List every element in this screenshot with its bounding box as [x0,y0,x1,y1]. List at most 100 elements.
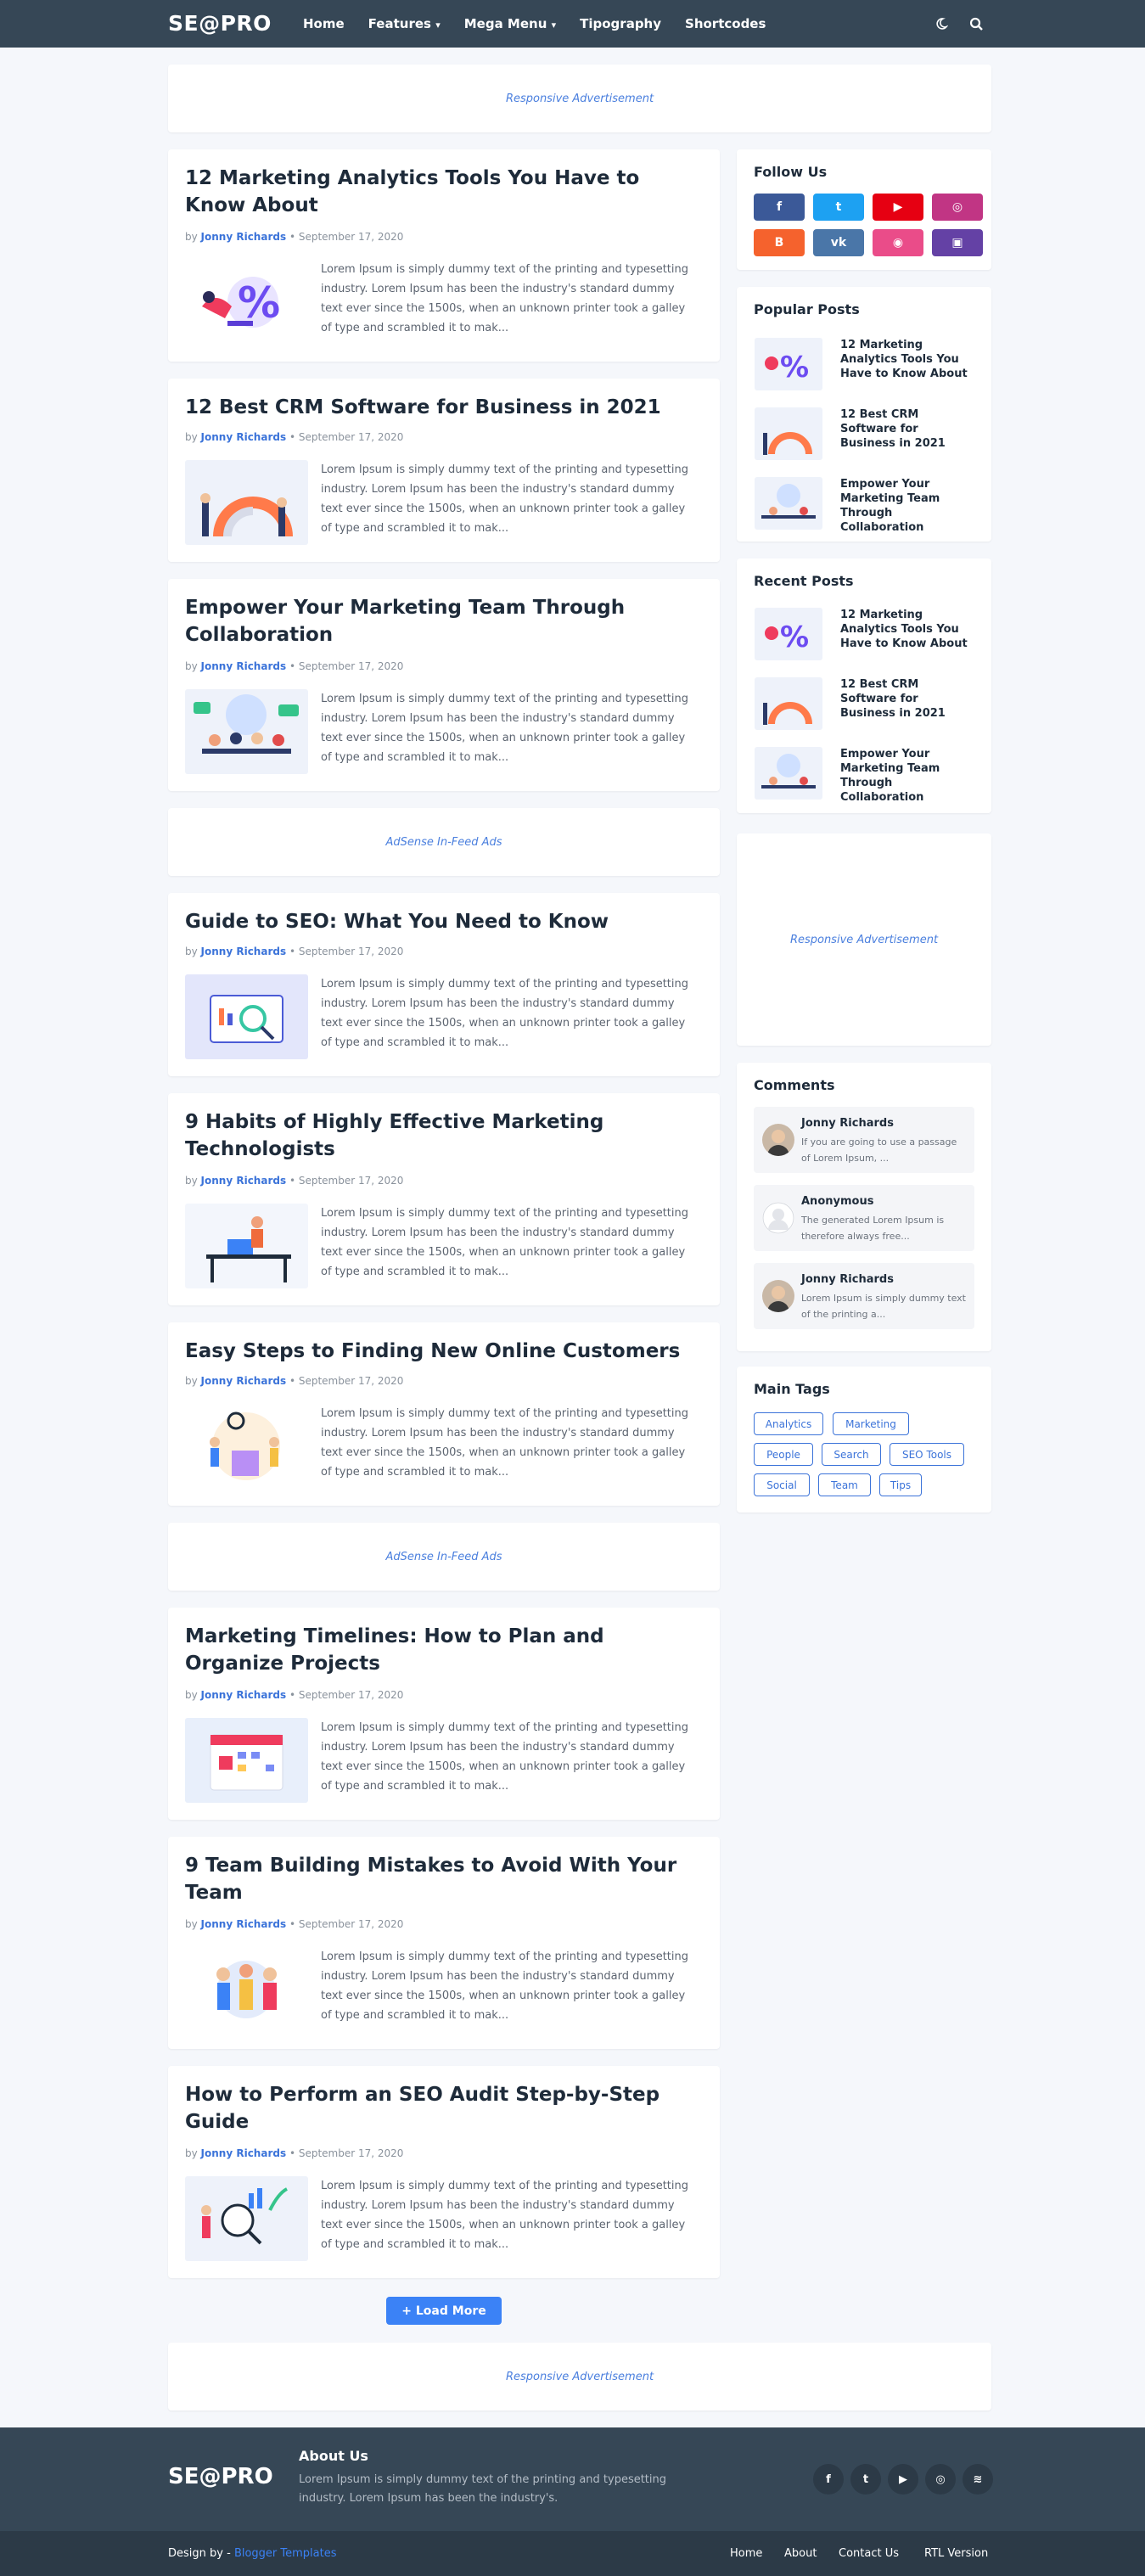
post-thumbnail[interactable] [185,1404,308,1489]
recent-post-thumb[interactable] [755,747,822,800]
twitter-button[interactable]: t [813,194,864,221]
post-thumbnail[interactable] [185,1204,308,1288]
footer-link-about[interactable]: About [784,2547,817,2560]
instagram-icon: ◎ [935,2472,946,2486]
facebook-link[interactable]: f [813,2464,844,2495]
tag-social[interactable]: Social [754,1473,810,1496]
responsive-ad-top[interactable]: Responsive Advertisement [168,65,991,132]
post-title[interactable]: 12 Marketing Analytics Tools You Have to… [185,165,694,219]
infeed-ad[interactable]: AdSense In-Feed Ads [168,808,720,876]
site-logo[interactable]: SE@PRO [168,11,272,36]
tag-tips[interactable]: Tips [879,1473,922,1496]
post-title[interactable]: 9 Team Building Mistakes to Avoid With Y… [185,1852,694,1906]
blogger-button[interactable]: B [754,229,805,256]
post-author[interactable]: Jonny Richards [201,1175,287,1187]
post-title[interactable]: Easy Steps to Finding New Online Custome… [185,1338,694,1365]
popular-post-thumb[interactable]: % [755,338,822,390]
team-illustration [194,694,299,754]
tag-analytics[interactable]: Analytics [754,1412,823,1435]
recent-post-title[interactable]: Empower Your Marketing Team Through Coll… [840,747,976,805]
post-author[interactable]: Jonny Richards [201,1918,287,1930]
user-avatar-icon [762,1280,794,1312]
recent-post-title[interactable]: 12 Best CRM Software for Business in 202… [840,677,976,721]
instagram-button[interactable]: ◎ [932,194,983,221]
dribbble-button[interactable]: ◉ [873,229,923,256]
post-title[interactable]: Marketing Timelines: How to Plan and Org… [185,1623,694,1677]
instagram-link[interactable]: ◎ [925,2464,956,2495]
rss-link[interactable]: ≋ [963,2464,993,2495]
tag-seo-tools[interactable]: SEO Tools [890,1443,964,1466]
post-meta: by Jonny Richards • September 17, 2020 [185,431,403,443]
footer-link-rtl[interactable]: RTL Version [924,2547,988,2560]
recent-post-thumb[interactable]: % [755,608,822,660]
comment-item[interactable]: Jonny Richards Lorem Ipsum is simply dum… [754,1263,974,1329]
youtube-link[interactable]: ▶ [888,2464,918,2495]
youtube-button[interactable]: ▶ [873,194,923,221]
post-title[interactable]: 12 Best CRM Software for Business in 202… [185,394,694,421]
post-thumbnail[interactable] [185,1947,308,2032]
tag-marketing[interactable]: Marketing [833,1412,909,1435]
popular-post-title[interactable]: Empower Your Marketing Team Through Coll… [840,477,976,535]
user-avatar-icon [762,1124,794,1156]
recent-post-item[interactable]: Empower Your Marketing Team Through Coll… [754,747,974,804]
svg-text:%: % [780,620,809,654]
post-thumbnail[interactable] [185,2176,308,2261]
popular-post-thumb[interactable] [755,407,822,460]
post-thumbnail[interactable] [185,974,308,1059]
twitter-link[interactable]: t [850,2464,881,2495]
vk-button[interactable]: vk [813,229,864,256]
infeed-ad[interactable]: AdSense In-Feed Ads [168,1523,720,1591]
popular-post-title[interactable]: 12 Marketing Analytics Tools You Have to… [840,338,976,381]
post-author[interactable]: Jonny Richards [201,946,287,957]
responsive-ad-bottom[interactable]: Responsive Advertisement [168,2343,991,2410]
nav-home[interactable]: Home [303,16,345,31]
footer-link-home[interactable]: Home [730,2547,762,2560]
popular-post-thumb[interactable] [755,477,822,530]
post-title[interactable]: How to Perform an SEO Audit Step-by-Step… [185,2081,694,2135]
post-date: September 17, 2020 [298,431,404,443]
popular-post-item[interactable]: 12 Best CRM Software for Business in 202… [754,407,974,460]
popular-post-title[interactable]: 12 Best CRM Software for Business in 202… [840,407,976,451]
dark-mode-toggle[interactable] [930,13,952,35]
recent-post-item[interactable]: % 12 Marketing Analytics Tools You Have t… [754,608,974,660]
comment-item[interactable]: Jonny Richards If you are going to use a… [754,1107,974,1173]
post-author[interactable]: Jonny Richards [201,2147,287,2159]
footer-logo[interactable]: SE@PRO [168,2464,273,2489]
tag-search[interactable]: Search [822,1443,881,1466]
recent-post-item[interactable]: 12 Best CRM Software for Business in 202… [754,677,974,730]
post-thumbnail[interactable] [185,689,308,774]
meta-by: by [185,231,198,243]
recent-post-title[interactable]: 12 Marketing Analytics Tools You Have to… [840,608,976,651]
customers-illustration [210,1411,280,1480]
design-credit-link[interactable]: Blogger Templates [234,2547,337,2560]
post-title[interactable]: Guide to SEO: What You Need to Know [185,908,694,935]
nav-tipography[interactable]: Tipography [580,16,661,31]
post-thumbnail[interactable] [185,460,308,545]
post-title[interactable]: 9 Habits of Highly Effective Marketing T… [185,1108,694,1163]
post-thumbnail[interactable]: % [185,260,308,345]
sidebar-ad[interactable]: Responsive Advertisement [737,833,991,1046]
comment-item[interactable]: Anonymous The generated Lorem Ipsum is t… [754,1185,974,1251]
nav-shortcodes[interactable]: Shortcodes [685,16,766,31]
recent-post-thumb[interactable] [755,677,822,730]
popular-post-item[interactable]: Empower Your Marketing Team Through Coll… [754,477,974,534]
nav-mega-menu[interactable]: Mega Menu ▾ [464,16,556,31]
post-author[interactable]: Jonny Richards [201,231,287,243]
load-more-button[interactable]: + Load More [386,2297,502,2325]
tag-people[interactable]: People [754,1443,813,1466]
facebook-button[interactable]: f [754,194,805,221]
twitch-button[interactable]: ▣ [932,229,983,256]
tag-team[interactable]: Team [818,1473,871,1496]
post-thumbnail[interactable] [185,1718,308,1803]
popular-posts-widget: Popular Posts % 12 Marketing Analytics To… [737,287,991,542]
post-title[interactable]: Empower Your Marketing Team Through Coll… [185,594,694,648]
post-author[interactable]: Jonny Richards [201,431,287,443]
footer-link-contact[interactable]: Contact Us [839,2547,899,2560]
popular-post-item[interactable]: % 12 Marketing Analytics Tools You Have t… [754,338,974,390]
post-author[interactable]: Jonny Richards [201,660,287,672]
nav-features[interactable]: Features ▾ [368,16,441,31]
search-button[interactable] [965,13,987,35]
post-author[interactable]: Jonny Richards [201,1375,287,1387]
post-author[interactable]: Jonny Richards [201,1689,287,1701]
footer-about-text: Lorem Ipsum is simply dummy text of the … [299,2473,667,2505]
